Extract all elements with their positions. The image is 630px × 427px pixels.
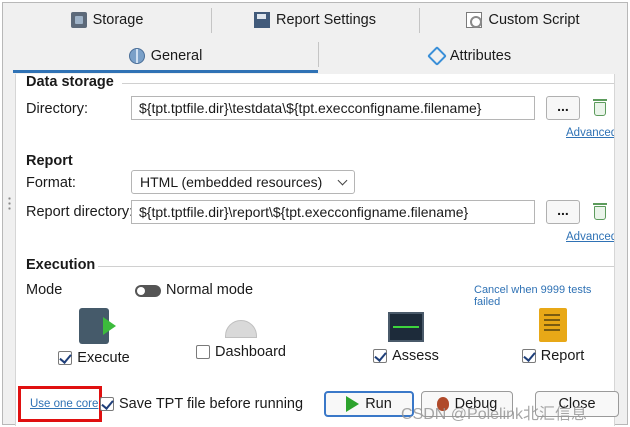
tab-report-settings[interactable]: Report Settings bbox=[211, 3, 419, 36]
dashboard-label: Dashboard bbox=[215, 344, 286, 360]
tab-attributes-label: Attributes bbox=[449, 47, 512, 64]
save-tpt-checkbox[interactable] bbox=[100, 397, 114, 411]
tab-custom-script[interactable]: Custom Script bbox=[419, 3, 627, 36]
action-dashboard[interactable]: Dashboard bbox=[181, 308, 301, 362]
dialog-frame: Storage Report Settings Custom Script Ge… bbox=[2, 2, 628, 426]
section-divider bbox=[122, 83, 614, 84]
format-label: Format: bbox=[26, 175, 76, 191]
directory-label: Directory: bbox=[26, 101, 89, 117]
custom-script-icon bbox=[466, 11, 483, 28]
tab-report-settings-label: Report Settings bbox=[276, 11, 376, 28]
assess-checkbox[interactable] bbox=[373, 349, 388, 363]
format-select[interactable]: HTML (embedded resources) bbox=[131, 170, 355, 194]
tag-icon bbox=[426, 45, 447, 66]
assess-label: Assess bbox=[392, 348, 439, 364]
storage-icon bbox=[70, 11, 87, 28]
action-assess[interactable]: Assess bbox=[346, 308, 466, 366]
dashboard-icon bbox=[225, 320, 257, 338]
assess-icon bbox=[388, 312, 424, 342]
cancel-failed-link[interactable]: Cancel when 9999 tests failed bbox=[474, 284, 614, 308]
chevron-down-icon bbox=[337, 175, 348, 186]
general-panel: Data storage Directory: ${tpt.tptfile.di… bbox=[15, 74, 615, 426]
save-tpt-label: Save TPT file before running bbox=[119, 396, 304, 412]
play-icon bbox=[346, 396, 360, 412]
report-checkbox[interactable] bbox=[521, 349, 536, 363]
mode-value: Normal mode bbox=[166, 282, 254, 298]
action-execute[interactable]: Execute bbox=[34, 308, 154, 368]
tab-general-label: General bbox=[150, 47, 203, 64]
clear-directory-icon[interactable] bbox=[593, 99, 607, 116]
execute-icon bbox=[79, 308, 116, 344]
report-directory-label: Report directory: bbox=[26, 204, 134, 220]
watermark: CSDN @Polelink北汇信息 bbox=[401, 406, 588, 423]
tab-attributes[interactable]: Attributes bbox=[318, 38, 623, 73]
sub-tab-row: General Attributes bbox=[13, 38, 623, 73]
report-directory-browse-button[interactable]: ... bbox=[546, 200, 580, 224]
clear-report-directory-icon[interactable] bbox=[593, 203, 607, 220]
use-one-core-link[interactable]: Use one core bbox=[30, 398, 98, 410]
report-title: Report bbox=[26, 153, 73, 169]
report-icon bbox=[539, 308, 567, 342]
save-tpt-option[interactable]: Save TPT file before running bbox=[100, 396, 303, 412]
drag-handle-icon[interactable] bbox=[8, 196, 11, 212]
tab-general[interactable]: General bbox=[13, 38, 318, 73]
report-label: Report bbox=[540, 348, 585, 364]
execute-checkbox[interactable] bbox=[58, 351, 73, 365]
tab-storage-label: Storage bbox=[92, 11, 144, 28]
directory-field[interactable]: ${tpt.tptfile.dir}\testdata\${tpt.execco… bbox=[131, 96, 535, 120]
execute-label: Execute bbox=[77, 350, 130, 366]
tab-storage[interactable]: Storage bbox=[3, 3, 211, 36]
data-storage-advanced-link[interactable]: Advanced bbox=[566, 127, 614, 139]
execution-title: Execution bbox=[26, 257, 96, 273]
report-settings-icon bbox=[254, 11, 271, 28]
mode-toggle[interactable] bbox=[135, 285, 161, 297]
action-report[interactable]: Report bbox=[493, 308, 613, 366]
dashboard-checkbox[interactable] bbox=[196, 345, 211, 359]
top-tab-row: Storage Report Settings Custom Script bbox=[3, 3, 627, 36]
format-select-value: HTML (embedded resources) bbox=[140, 174, 323, 190]
report-advanced-link[interactable]: Advanced bbox=[566, 231, 614, 243]
section-divider bbox=[98, 266, 614, 267]
data-storage-title: Data storage bbox=[26, 74, 114, 90]
report-directory-field[interactable]: ${tpt.tptfile.dir}\report\${tpt.execconf… bbox=[131, 200, 535, 224]
run-label: Run bbox=[365, 396, 392, 412]
tab-custom-script-label: Custom Script bbox=[488, 11, 580, 28]
globe-icon bbox=[128, 47, 145, 64]
mode-label: Mode bbox=[26, 282, 63, 298]
directory-browse-button[interactable]: ... bbox=[546, 96, 580, 120]
